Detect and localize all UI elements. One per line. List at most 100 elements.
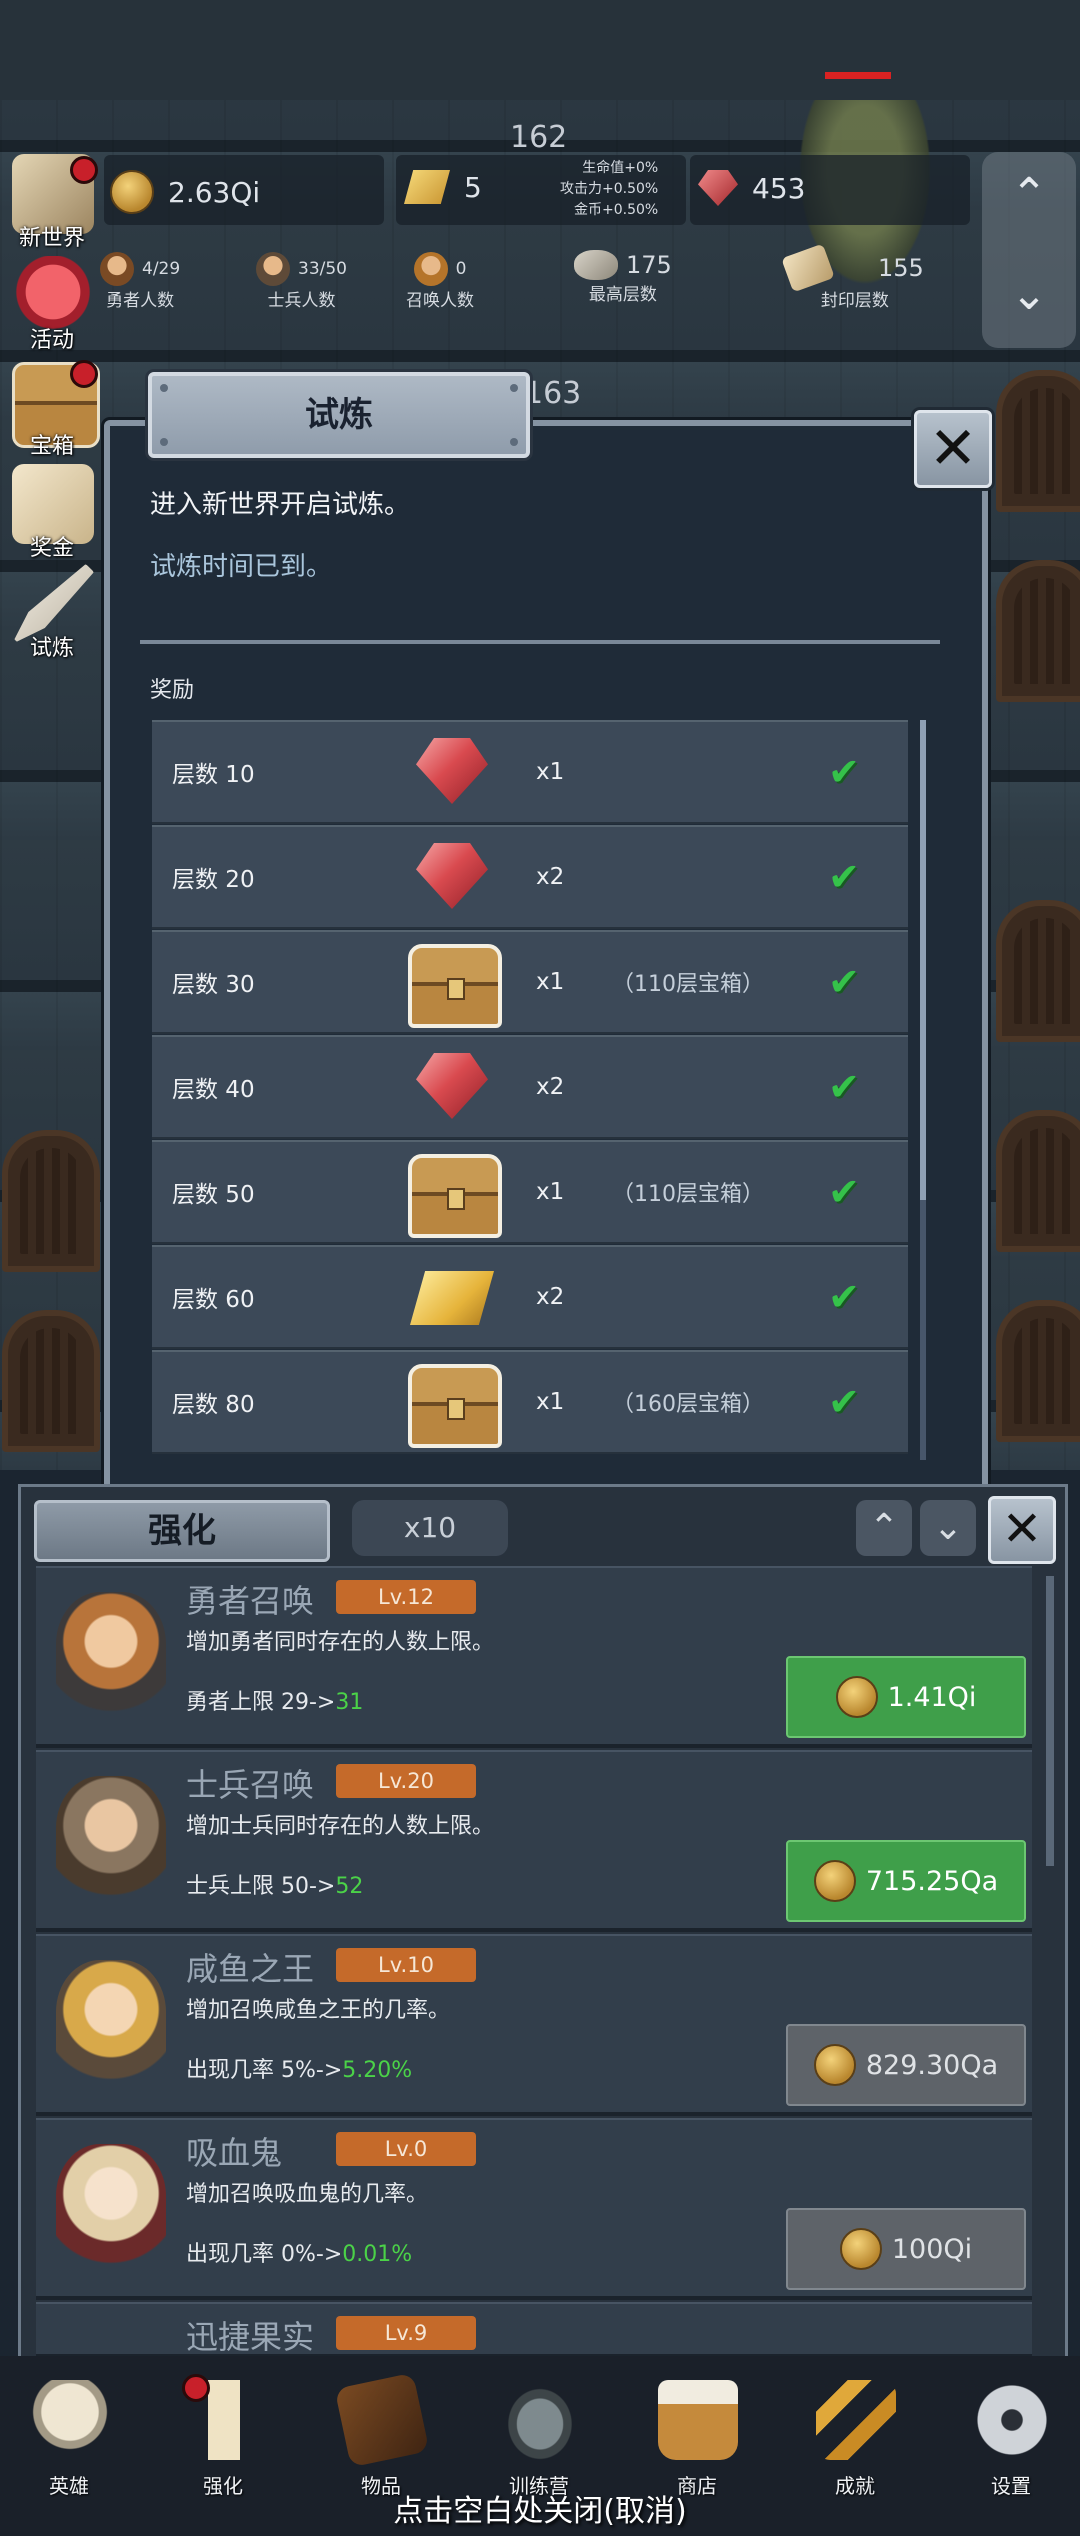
coin-counter: 2.63Qi: [110, 170, 260, 214]
side-item-bonus[interactable]: 奖金: [4, 460, 100, 561]
side-item-label: 新世界: [18, 226, 85, 251]
level-badge: Lv.10: [336, 1948, 476, 1982]
close-icon: ✕: [1001, 1501, 1043, 1557]
reward-qty: x1: [536, 759, 565, 785]
trial-dialog-title: 试炼: [148, 372, 530, 458]
chevron-up-icon: ⌃: [868, 1507, 900, 1548]
buy-upgrade-button[interactable]: 715.25Qa: [786, 1840, 1026, 1922]
upgrade-title: 士兵召唤: [186, 1766, 315, 1804]
soldier-portrait: [56, 1776, 166, 1906]
buy-upgrade-button[interactable]: 1.41Qi: [786, 1656, 1026, 1738]
chest-icon: [400, 1150, 502, 1238]
side-item-chest[interactable]: 宝箱: [4, 358, 100, 459]
coin-icon: [110, 170, 154, 214]
reward-note: （110层宝箱）: [612, 1182, 764, 1207]
nav-item-training[interactable]: 训练营: [484, 2380, 594, 2500]
hero-count-stat: 4/29 勇者人数: [100, 252, 180, 311]
stat-value: 4/29: [142, 259, 181, 279]
reward-level: 层数 50: [172, 1182, 255, 1208]
checkmark-icon: ✔: [828, 960, 860, 1004]
nav-item-hero[interactable]: 英雄: [14, 2380, 124, 2500]
stat-label: 勇者人数: [106, 291, 175, 311]
reward-level: 层数 60: [172, 1287, 255, 1313]
nav-item-enhance[interactable]: 强化: [168, 2374, 278, 2500]
upgrade-card: 吸血鬼 Lv.0 增加召唤吸血鬼的几率。 出现几率 0%->0.01% 100Q…: [36, 2118, 1032, 2300]
upgrade-card: 士兵召唤 Lv.20 增加士兵同时存在的人数上限。 士兵上限 50->52 71…: [36, 1750, 1032, 1932]
stat-value: 33/50: [298, 259, 347, 279]
enhance-list-scrollbar[interactable]: [1046, 1576, 1054, 1866]
stat-label: 最高层数: [588, 285, 657, 305]
upgrade-card: 勇者召唤 Lv.12 增加勇者同时存在的人数上限。 勇者上限 29->31 1.…: [36, 1566, 1032, 1748]
rivet: [510, 438, 518, 446]
current-floor-number: 162: [510, 120, 568, 155]
gear-icon: [972, 2380, 1052, 2460]
reward-qty: x1: [536, 1179, 565, 1205]
floor-scroll-pad: ⌃ ⌄: [982, 152, 1076, 348]
reward-row: 层数 20 x2 ✔: [152, 825, 908, 929]
panel-up-button[interactable]: ⌃: [856, 1500, 912, 1556]
scroll-down-button[interactable]: ⌄: [1004, 270, 1054, 320]
scroll-up-button[interactable]: ⌃: [1004, 170, 1054, 220]
door-decoration: [996, 370, 1080, 512]
upgrade-effect: 出现几率 5%->5.20%: [186, 2058, 413, 2083]
reward-level: 层数 10: [172, 762, 255, 788]
upgrade-cost: 715.25Qa: [865, 1865, 999, 1897]
chest-icon: [400, 1360, 502, 1448]
gem-amount: 453: [752, 171, 806, 205]
hero-head-icon: [100, 252, 134, 286]
door-decoration: [996, 1300, 1080, 1442]
reward-list-scroll-thumb[interactable]: [920, 720, 926, 1200]
side-item-new-world[interactable]: 新世界: [4, 150, 100, 251]
reward-qty: x2: [536, 1074, 565, 1100]
reward-level: 层数 30: [172, 972, 255, 998]
side-item-event[interactable]: 活动: [4, 252, 100, 353]
side-item-label: 试炼: [29, 636, 74, 661]
lantern-icon: [500, 2380, 580, 2460]
reward-row: 层数 40 x2 ✔: [152, 1035, 908, 1139]
gold-bar-icon: [404, 170, 450, 204]
reward-heading: 奖励: [150, 678, 195, 703]
upgrade-description: 增加召唤咸鱼之王的几率。: [186, 1998, 451, 2023]
skull-icon: [30, 2380, 110, 2460]
swift-fruit-portrait: [56, 2328, 166, 2354]
reward-note: （110层宝箱）: [612, 972, 764, 997]
nav-item-achievement[interactable]: 成就: [800, 2380, 910, 2500]
buy-upgrade-button[interactable]: 100Qi: [786, 2208, 1026, 2290]
summon-count-stat: 0 召唤人数: [406, 252, 474, 311]
gem-icon: [698, 170, 738, 206]
upgrade-cost: 1.41Qi: [887, 1681, 977, 1713]
tab-enhance[interactable]: 强化: [34, 1500, 330, 1562]
upgrade-description: 增加士兵同时存在的人数上限。: [186, 1814, 495, 1839]
reward-row: 层数 50 x1 （110层宝箱） ✔: [152, 1140, 908, 1244]
nav-item-settings[interactable]: 设置: [956, 2380, 1066, 2500]
reward-level: 层数 20: [172, 867, 255, 893]
enhance-close-button[interactable]: ✕: [988, 1496, 1056, 1564]
upgrade-card: 咸鱼之王 Lv.10 增加召唤咸鱼之王的几率。 出现几率 5%->5.20% 8…: [36, 1934, 1032, 2116]
nav-item-shop[interactable]: 商店: [642, 2380, 752, 2500]
dialog-divider: [140, 640, 940, 644]
upgrade-title: 吸血鬼: [186, 2134, 283, 2172]
stat-label: 封印层数: [820, 291, 889, 311]
max-floor-stat: 175 最高层数: [574, 250, 672, 305]
goldbar-counter: 5: [404, 170, 482, 204]
multiplier-toggle[interactable]: x10: [352, 1500, 508, 1556]
trial-close-button[interactable]: ✕: [914, 410, 992, 488]
reward-row: 层数 80 x1 （160层宝箱） ✔: [152, 1350, 908, 1454]
stat-label: 召唤人数: [406, 291, 474, 311]
stat-value: 175: [626, 251, 672, 279]
gold-bar-icon: [400, 1255, 500, 1339]
side-item-trial[interactable]: 试炼: [4, 560, 100, 661]
buy-upgrade-button[interactable]: 829.30Qa: [786, 2024, 1026, 2106]
tap-to-close-hint[interactable]: 点击空白处关闭(取消): [0, 2486, 1080, 2530]
level-badge: Lv.9: [336, 2316, 476, 2350]
upgrade-effect: 士兵上限 50->52: [186, 1874, 364, 1899]
panel-down-button[interactable]: ⌄: [920, 1500, 976, 1556]
nav-item-items[interactable]: 物品: [326, 2372, 436, 2500]
reward-qty: x1: [536, 1389, 565, 1415]
reward-row: 层数 10 x1 ✔: [152, 720, 908, 824]
door-decoration: [2, 1310, 100, 1452]
stat-label: 士兵人数: [267, 291, 336, 311]
sealed-floor-stat: 155 封印层数: [781, 243, 924, 311]
side-item-label: 奖金: [29, 536, 74, 561]
key-icon: [816, 2380, 896, 2460]
